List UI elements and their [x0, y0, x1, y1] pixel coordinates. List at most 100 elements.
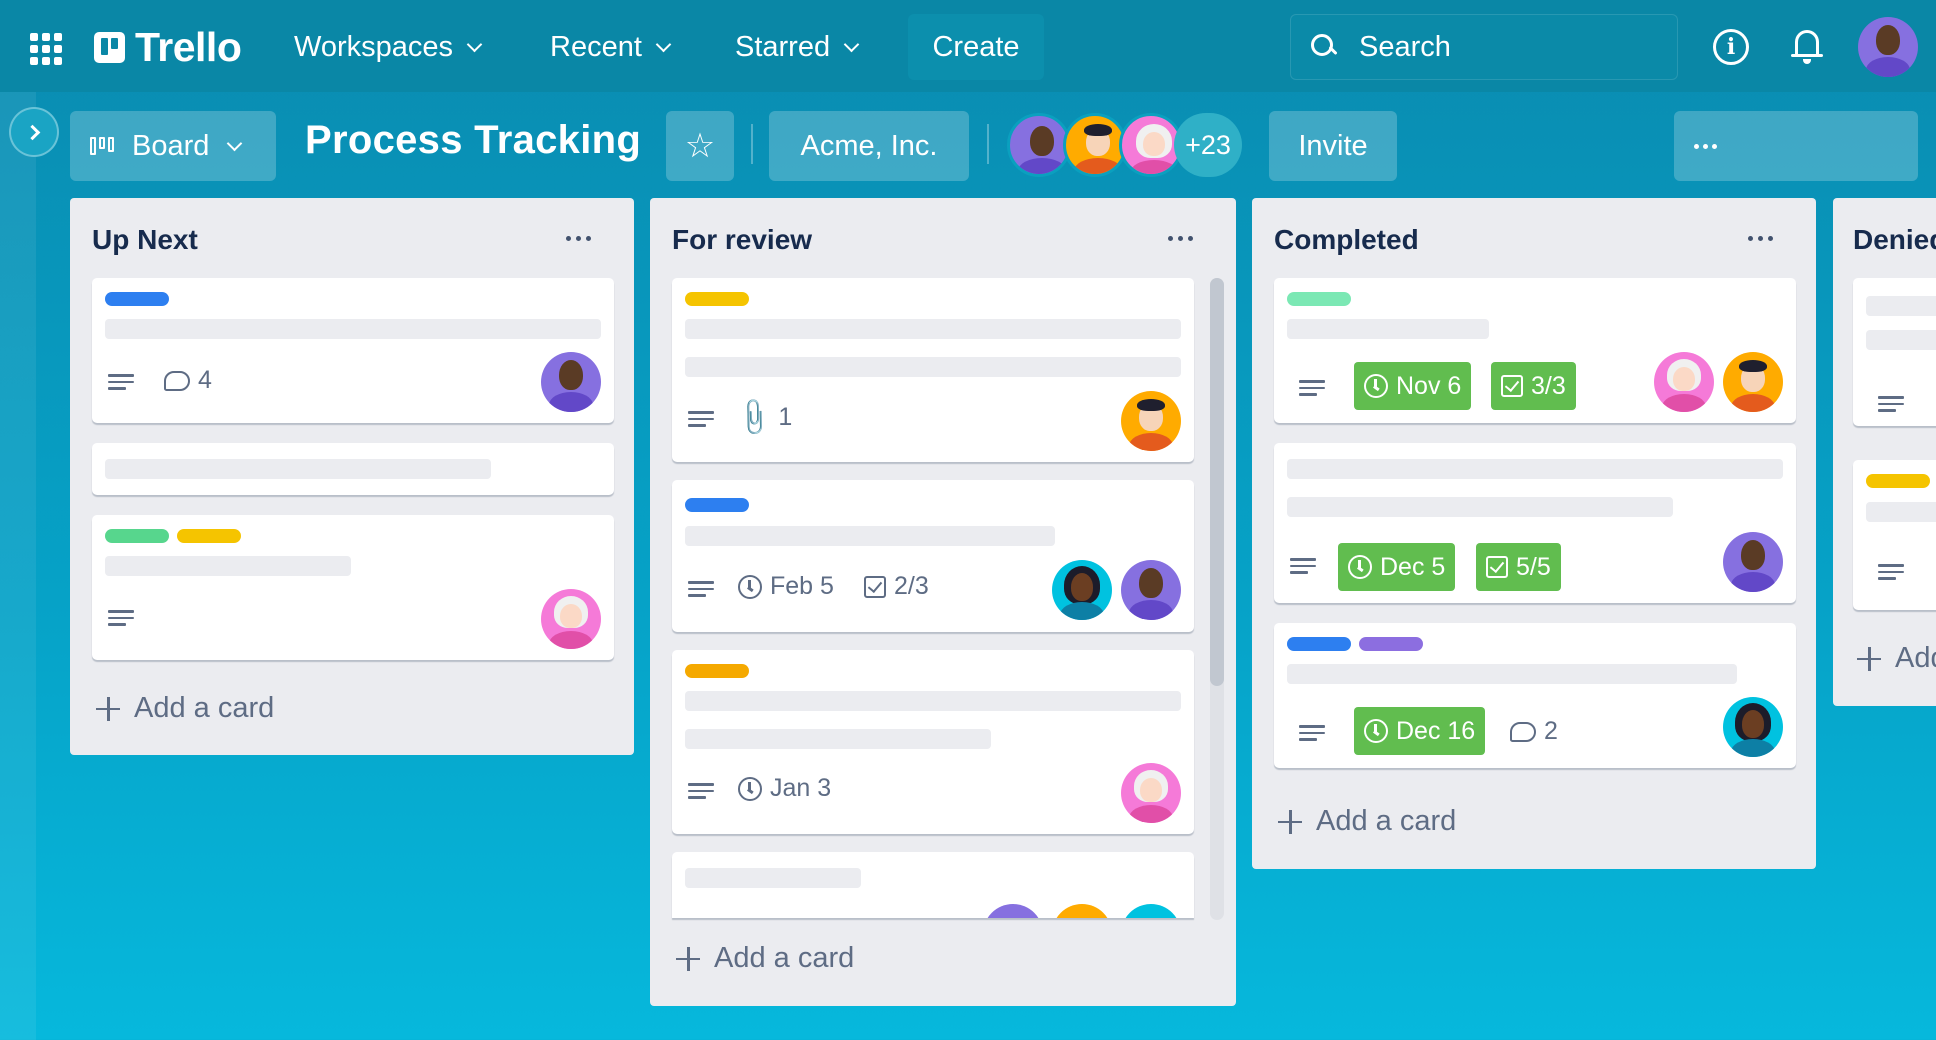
add-card-label: Add a card	[1895, 642, 1936, 674]
card[interactable]	[672, 852, 1194, 918]
list-menu-icon[interactable]	[1168, 236, 1193, 241]
top-navigation-bar: Trello Workspaces Recent Starred Create …	[0, 0, 1936, 92]
search-icon	[1311, 34, 1337, 60]
more-members-badge[interactable]: +23	[1174, 113, 1242, 177]
card-label-mint	[1287, 292, 1351, 306]
current-user-avatar[interactable]	[1858, 17, 1918, 77]
due-date-complete-badge[interactable]: Dec 16	[1354, 707, 1486, 755]
card-title-placeholder	[1287, 497, 1673, 517]
recent-label: Recent	[550, 30, 642, 63]
due-date-complete-badge[interactable]: Nov 6	[1354, 362, 1472, 410]
board-view-switcher[interactable]: Board	[70, 111, 276, 181]
workspaces-menu-button[interactable]: Workspaces	[294, 26, 483, 68]
add-card-button[interactable]: Add a card	[676, 942, 854, 975]
list-title[interactable]: Completed	[1274, 224, 1419, 256]
list-title[interactable]: Up Next	[92, 224, 198, 256]
list-up-next: Up Next 4 Add a card	[70, 198, 634, 755]
member-avatar[interactable]	[1723, 697, 1783, 757]
card-title-placeholder	[685, 357, 1181, 377]
card[interactable]: Feb 5 2/3	[672, 480, 1194, 632]
clock-icon	[1364, 374, 1388, 398]
member-avatar[interactable]	[1052, 904, 1112, 918]
list-completed: Completed Nov 6 3/3 Dec 5 5/5 Dec 16 2 A…	[1252, 198, 1816, 869]
add-card-button[interactable]: Add a card	[1857, 642, 1936, 675]
card-title-placeholder	[1866, 296, 1936, 316]
list-scrollbar-thumb[interactable]	[1210, 278, 1224, 686]
member-avatar[interactable]	[1121, 560, 1181, 620]
card[interactable]: Jan 3	[672, 650, 1194, 834]
list-title[interactable]: For review	[672, 224, 812, 256]
member-avatar[interactable]	[1121, 763, 1181, 823]
card[interactable]: 4	[92, 278, 614, 423]
card[interactable]	[92, 443, 614, 495]
card-label-yellow	[1866, 474, 1930, 488]
search-input[interactable]: Search	[1290, 14, 1678, 80]
card-label-yellow	[177, 529, 241, 543]
member-avatar[interactable]	[1723, 532, 1783, 592]
card[interactable]: Dec 16 2	[1274, 623, 1796, 768]
card[interactable]	[1853, 460, 1936, 610]
add-card-label: Add a card	[714, 942, 855, 974]
member-avatar[interactable]	[1723, 352, 1783, 412]
sidebar-expand-button[interactable]	[9, 107, 59, 157]
card-title-placeholder	[105, 319, 601, 339]
workspaces-label: Workspaces	[294, 30, 454, 63]
card-title-placeholder	[685, 868, 861, 888]
card-title-placeholder	[1287, 664, 1737, 684]
checklist-icon	[1501, 375, 1523, 397]
due-date-badge: Feb 5	[738, 572, 834, 601]
checklist-count: 5/5	[1516, 552, 1551, 581]
header-divider	[987, 124, 989, 164]
board-menu-button[interactable]	[1674, 111, 1918, 181]
list-menu-icon[interactable]	[1748, 236, 1773, 241]
notifications-bell-icon[interactable]	[1791, 28, 1823, 64]
due-date: Feb 5	[770, 572, 834, 600]
card-title-placeholder	[685, 729, 991, 749]
list-denied: Denied Add a card	[1833, 198, 1936, 706]
board-view-icon	[90, 137, 114, 155]
member-avatar[interactable]	[1654, 352, 1714, 412]
member-avatar[interactable]	[1063, 113, 1127, 177]
card-title-placeholder	[685, 319, 1181, 339]
list-menu-icon[interactable]	[566, 236, 591, 241]
member-avatar[interactable]	[1121, 904, 1181, 918]
card[interactable]: Nov 6 3/3	[1274, 278, 1796, 423]
member-avatar[interactable]	[541, 589, 601, 649]
member-avatar[interactable]	[1007, 113, 1071, 177]
card[interactable]	[1853, 278, 1936, 426]
create-button[interactable]: Create	[908, 14, 1044, 80]
search-placeholder: Search	[1359, 31, 1451, 63]
card-label-yellow	[685, 292, 749, 306]
card[interactable]	[92, 515, 614, 660]
attachments-badge: 📎 1	[732, 395, 792, 439]
add-card-button[interactable]: Add a card	[96, 692, 274, 725]
list-title[interactable]: Denied	[1853, 224, 1936, 256]
card[interactable]: 📎 1	[672, 278, 1194, 462]
recent-menu-button[interactable]: Recent	[550, 26, 672, 68]
due-date-complete-badge[interactable]: Dec 5	[1338, 543, 1456, 591]
trello-logo[interactable]: Trello	[94, 24, 242, 71]
board-title[interactable]: Process Tracking	[305, 118, 641, 163]
description-icon	[108, 610, 134, 628]
member-avatar[interactable]	[541, 352, 601, 412]
due-date: Dec 16	[1396, 716, 1476, 745]
member-avatar[interactable]	[983, 904, 1043, 918]
add-card-button[interactable]: Add a card	[1278, 805, 1456, 838]
chevron-down-icon	[227, 135, 243, 151]
workspace-button[interactable]: Acme, Inc.	[769, 111, 969, 181]
brand-name: Trello	[135, 24, 242, 70]
member-avatar[interactable]	[1052, 560, 1112, 620]
info-icon[interactable]: i	[1713, 29, 1749, 65]
clock-icon	[738, 574, 762, 599]
plus-icon	[1278, 809, 1302, 834]
app-switcher-icon[interactable]	[30, 33, 62, 65]
invite-button[interactable]: Invite	[1269, 111, 1397, 181]
comments-badge: 2	[1510, 717, 1558, 746]
card[interactable]: Dec 5 5/5	[1274, 443, 1796, 603]
trello-logo-icon	[94, 32, 125, 63]
star-board-button[interactable]: ☆	[666, 111, 734, 181]
starred-menu-button[interactable]: Starred	[735, 26, 860, 68]
member-avatar[interactable]	[1121, 391, 1181, 451]
description-icon	[688, 783, 714, 801]
description-icon	[688, 411, 714, 429]
